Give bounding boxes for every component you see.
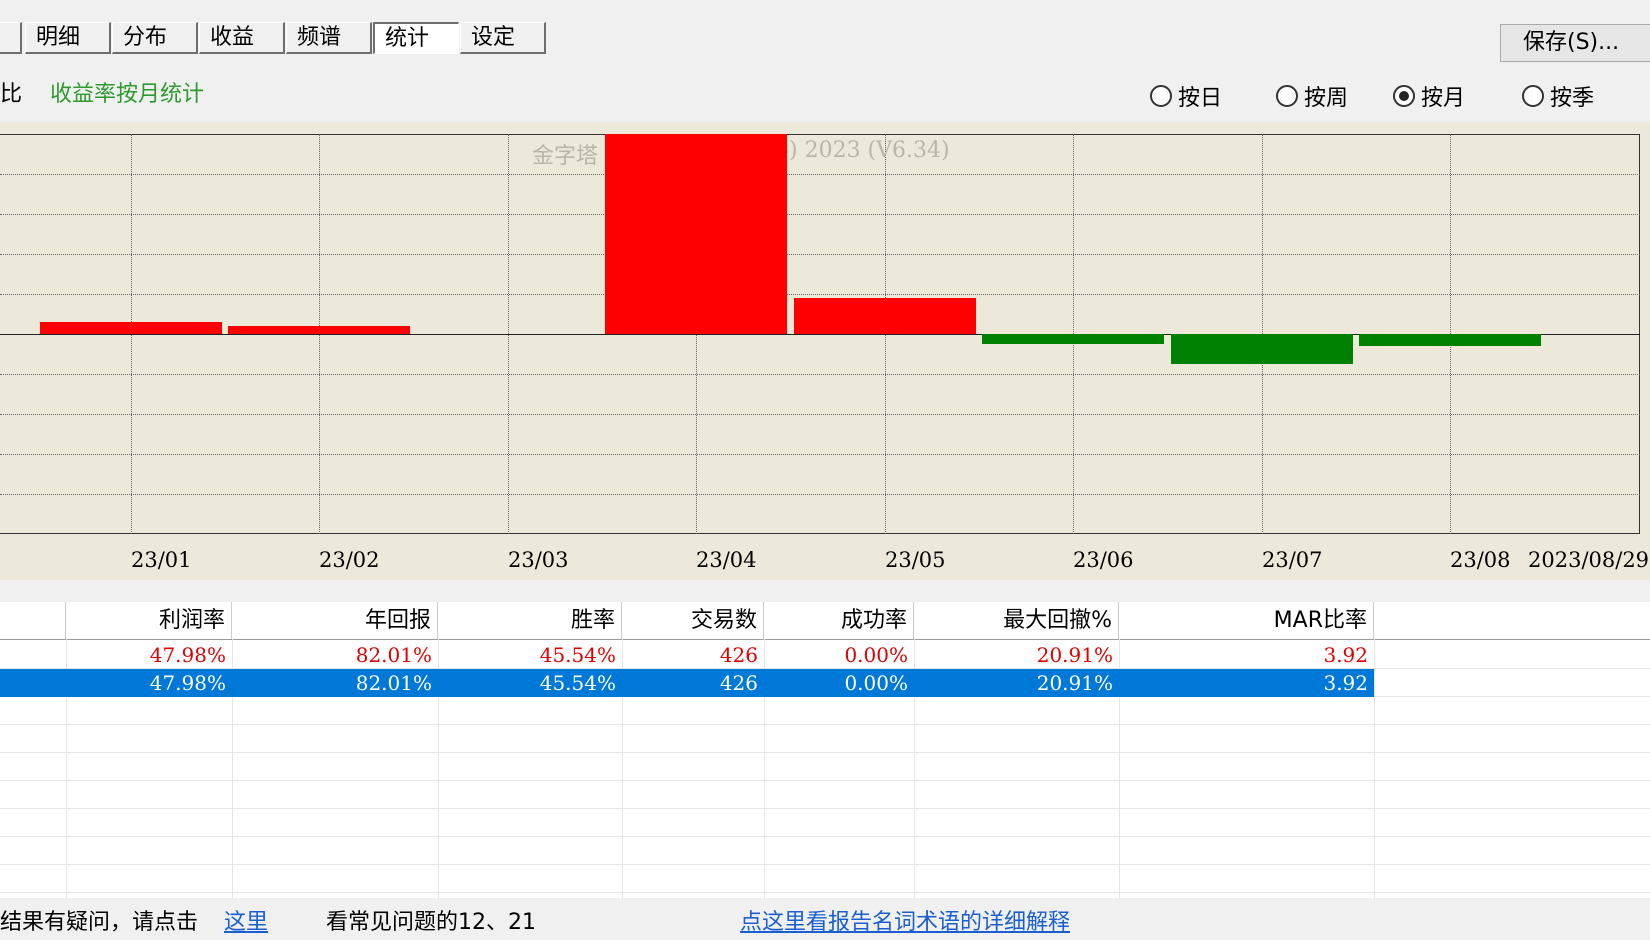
row-divider xyxy=(0,836,1650,837)
table-cell[interactable]: 47.98% xyxy=(66,669,232,697)
column-header[interactable]: 年回报 xyxy=(232,602,438,639)
grid-line-v xyxy=(131,134,132,534)
footer-text: 结果有疑问，请点击 xyxy=(0,910,199,935)
radio-option-3[interactable]: 按月 xyxy=(1393,80,1465,112)
column-header[interactable]: MAR比率 xyxy=(1119,602,1374,639)
tab-hidden[interactable] xyxy=(0,22,22,54)
bar-23-08 xyxy=(1359,334,1541,346)
x-tick-label: 2023/08/29 xyxy=(1528,548,1650,572)
radio-option-4[interactable]: 按季 xyxy=(1522,80,1594,112)
row-divider xyxy=(0,780,1650,781)
radio-indicator[interactable] xyxy=(1150,85,1172,107)
column-header[interactable]: 利润率 xyxy=(66,602,232,639)
faq-link[interactable]: 这里 xyxy=(224,904,268,936)
row-divider xyxy=(0,752,1650,753)
glossary-link[interactable]: 点这里看报告名词术语的详细解释 xyxy=(740,904,1070,936)
subtitle-left: 比 xyxy=(0,82,23,107)
radio-indicator[interactable] xyxy=(1522,85,1544,107)
row-divider xyxy=(0,864,1650,865)
radio-label: 按日 xyxy=(1178,86,1223,111)
table-cell[interactable]: 47.98% xyxy=(66,641,232,669)
column-header[interactable]: 最大回撤% xyxy=(914,602,1119,639)
x-tick-label: 23/07 xyxy=(1262,548,1323,572)
grid-line-h xyxy=(0,414,1640,415)
chart-title: 收益率按月统计 xyxy=(50,82,205,107)
grid-line-h xyxy=(0,454,1640,455)
bar-23-07 xyxy=(1171,334,1353,364)
x-tick-label: 23/04 xyxy=(696,548,757,572)
radio-label: 按季 xyxy=(1550,86,1595,111)
tab-5[interactable]: 统计 xyxy=(373,22,459,54)
bar-23-05 xyxy=(794,298,976,334)
row-divider xyxy=(0,724,1650,725)
save-button[interactable]: 保存(S)... xyxy=(1500,24,1650,62)
grid-line-h xyxy=(0,294,1640,295)
radio-label: 按周 xyxy=(1304,86,1349,111)
x-tick-label: 23/01 xyxy=(131,548,192,572)
watermark: 金字塔 xyxy=(532,144,599,169)
table-cell[interactable]: 45.54% xyxy=(438,669,622,697)
column-header[interactable]: 成功率 xyxy=(764,602,914,639)
row-divider xyxy=(0,892,1650,893)
grid-line-h xyxy=(0,494,1640,495)
bar-23-02 xyxy=(228,326,410,334)
table-cell[interactable]: 3.92 xyxy=(1119,669,1374,697)
tab-2[interactable]: 分布 xyxy=(112,22,198,54)
radio-indicator[interactable] xyxy=(1276,85,1298,107)
table-cell[interactable]: 82.01% xyxy=(232,641,438,669)
table-cell[interactable]: 3.92 xyxy=(1119,641,1374,669)
radio-option-1[interactable]: 按日 xyxy=(1150,80,1222,112)
x-tick-label: 23/03 xyxy=(508,548,569,572)
x-tick-label: 23/05 xyxy=(885,548,946,572)
row-divider xyxy=(0,808,1650,809)
table-cell[interactable]: 82.01% xyxy=(232,669,438,697)
watermark-version: 4) 2023 (V6.34) xyxy=(775,138,950,163)
table-cell[interactable]: 0.00% xyxy=(764,669,914,697)
footer-text-2: 看常见问题的12、21 xyxy=(326,910,536,935)
tab-3[interactable]: 收益 xyxy=(199,22,285,54)
bar-23-01 xyxy=(40,322,222,334)
grid-line-h xyxy=(0,174,1640,175)
column-header-name[interactable] xyxy=(0,602,66,639)
column-divider xyxy=(1374,639,1375,899)
x-tick-label: 23/06 xyxy=(1073,548,1134,572)
column-header[interactable]: 胜率 xyxy=(438,602,622,639)
radio-indicator[interactable] xyxy=(1393,85,1415,107)
table-cell[interactable]: 45.54% xyxy=(438,641,622,669)
table-cell[interactable]: 426 xyxy=(622,641,764,669)
x-tick-label: 23/08 xyxy=(1450,548,1511,572)
grid-line-v xyxy=(885,134,886,534)
grid-line-h xyxy=(0,374,1640,375)
radio-option-2[interactable]: 按周 xyxy=(1276,80,1348,112)
bar-23-06 xyxy=(982,334,1164,344)
tab-6[interactable]: 设定 xyxy=(460,22,546,54)
table-cell[interactable]: 20.91% xyxy=(914,641,1119,669)
grid-line-v xyxy=(508,134,509,534)
grid-line-h xyxy=(0,254,1640,255)
radio-label: 按月 xyxy=(1421,86,1466,111)
table-cell[interactable]: 426 xyxy=(622,669,764,697)
table-cell[interactable]: 0.00% xyxy=(764,641,914,669)
tab-4[interactable]: 频谱 xyxy=(286,22,372,54)
x-tick-label: 23/02 xyxy=(319,548,380,572)
header-divider xyxy=(0,639,1650,640)
table-cell[interactable]: 20.91% xyxy=(914,669,1119,697)
grid-line-h xyxy=(0,214,1640,215)
column-header[interactable]: 交易数 xyxy=(622,602,764,639)
bar-23-04 xyxy=(605,134,787,334)
tab-1[interactable]: 明细 xyxy=(25,22,111,54)
grid-line-v xyxy=(319,134,320,534)
